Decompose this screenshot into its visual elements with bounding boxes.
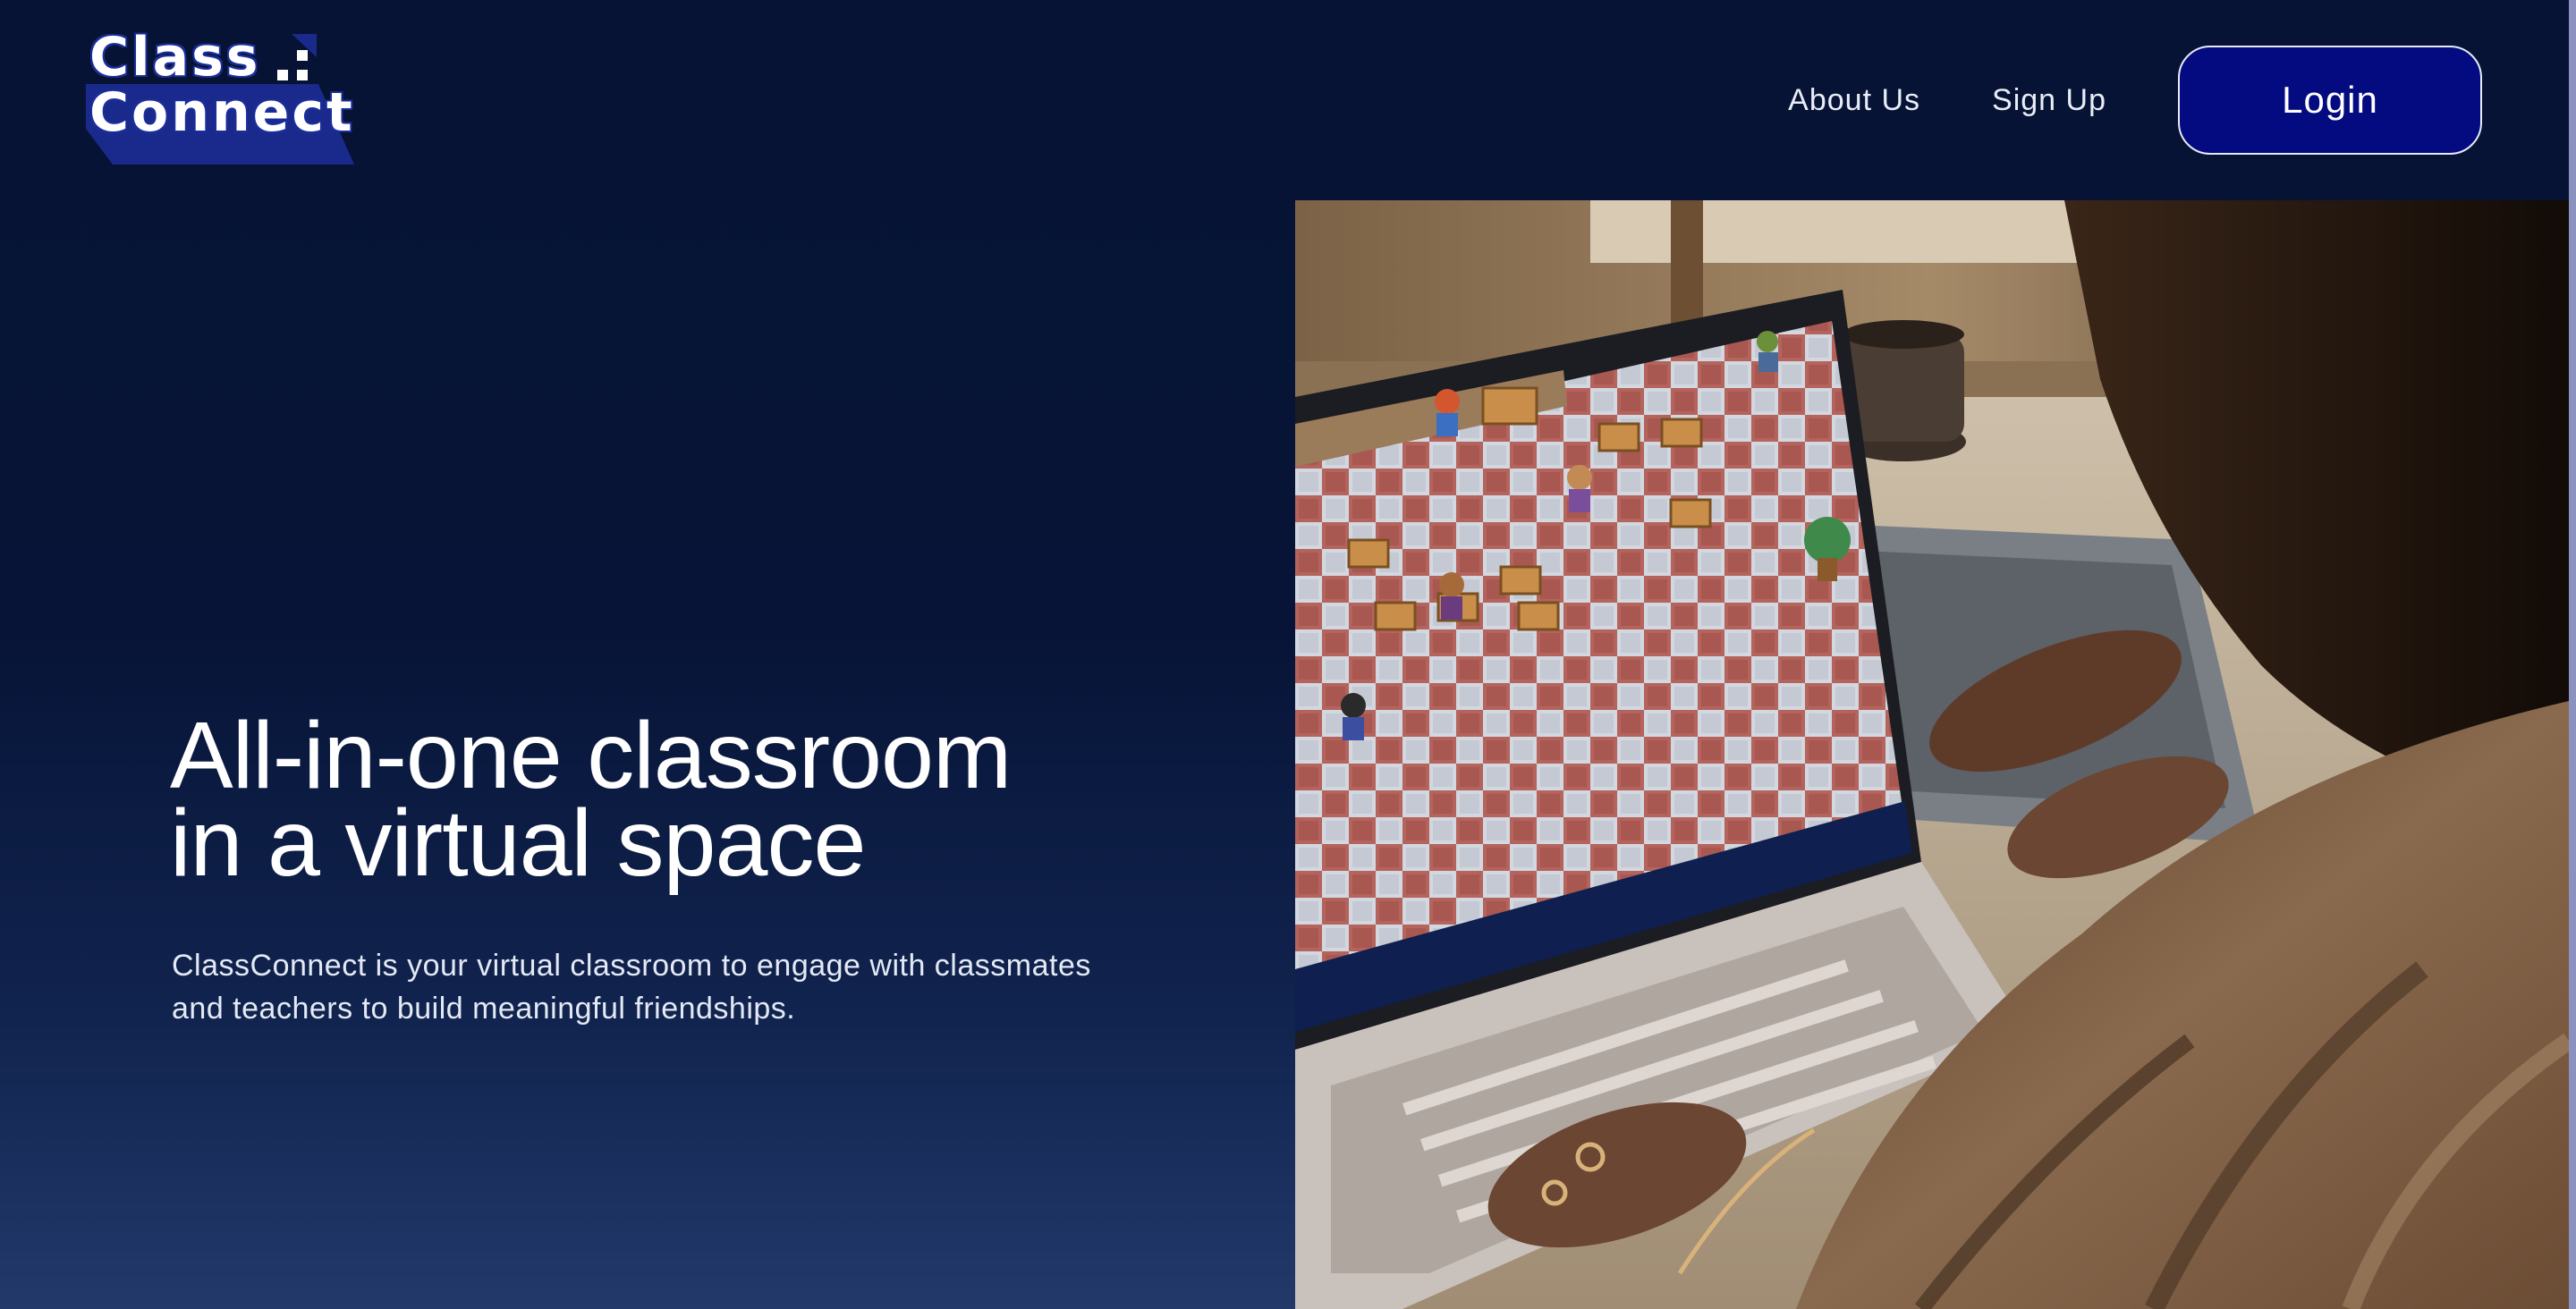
logo-word-connect: Connect bbox=[89, 81, 355, 144]
hero-description-line-1: ClassConnect is your virtual classroom t… bbox=[172, 949, 1091, 983]
hero-laptop-image bbox=[1295, 200, 2569, 1309]
hero-title-line-2: in a virtual space bbox=[170, 790, 866, 896]
nav-about-us-link[interactable]: About Us bbox=[1788, 83, 1920, 118]
logo-dots-icon bbox=[277, 50, 308, 80]
logo-word-class: Class bbox=[89, 26, 261, 89]
top-navigation: About Us Sign Up Login bbox=[1788, 45, 2482, 156]
laptop-scene-illustration bbox=[1295, 200, 2569, 1309]
nav-sign-up-link[interactable]: Sign Up bbox=[1992, 83, 2106, 118]
classconnect-logo[interactable]: Class Connect bbox=[86, 30, 354, 173]
hero-description: ClassConnect is your virtual classroom t… bbox=[172, 944, 1174, 1030]
hero-title: All-in-one classroom in a virtual space bbox=[170, 708, 1243, 891]
hero-description-line-2: and teachers to build meaningful friends… bbox=[172, 992, 796, 1026]
window-edge bbox=[2569, 0, 2576, 1309]
landing-page: Class Connect About Us Sign Up Login All… bbox=[0, 0, 2576, 1309]
login-button[interactable]: Login bbox=[2178, 46, 2482, 155]
